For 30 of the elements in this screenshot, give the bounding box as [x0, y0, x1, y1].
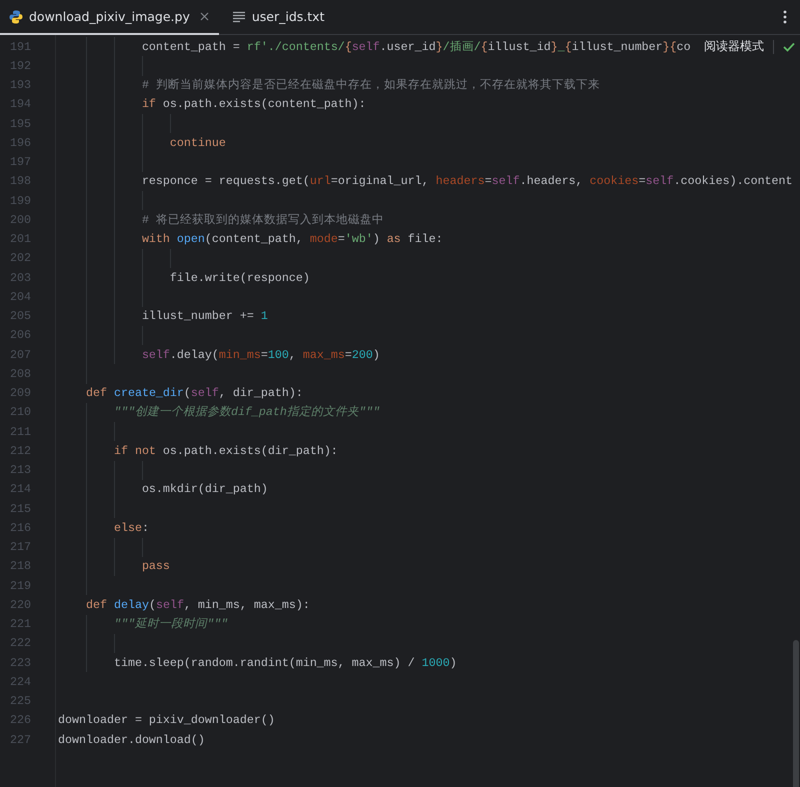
- code-line: file.write(responce): [168, 270, 310, 286]
- code-line: time.sleep(random.randint(min_ms, max_ms) / 1000): [112, 654, 457, 671]
- code-line: content_path = rf'./contents/{self.user_id}/插画/{illust_id}_{illust_number}{co: [140, 38, 691, 55]
- code-line: """创建一个根据参数dif_path指定的文件夹""": [112, 404, 380, 420]
- file-tab[interactable]: user_ids.txt: [222, 0, 334, 35]
- code-line: # 将已经获取到的媒体数据写入到本地磁盘中: [140, 212, 384, 228]
- code-line: def delay(self, min_ms, max_ms):: [84, 596, 310, 613]
- code-line: if os.path.exists(content_path):: [140, 96, 366, 112]
- code-line: # 判断当前媒体内容是否已经在磁盘中存在，如果存在就跳过，不存在就将其下载下来: [140, 77, 600, 94]
- file-tab[interactable]: download_pixiv_image.py: [0, 0, 219, 35]
- code-line: else:: [112, 520, 149, 536]
- code-line: self.delay(min_ms=100, max_ms=200): [140, 346, 380, 363]
- code-line: """延时一段时间""": [112, 616, 228, 632]
- python-file-icon: [9, 10, 23, 24]
- code-line: responce = requests.get(url=original_url, headers=self.headers, cookies=self.cookies).content: [140, 173, 793, 190]
- close-icon[interactable]: [200, 12, 209, 21]
- code-line: if not os.path.exists(dir_path):: [112, 442, 338, 459]
- code-line: downloader.download(): [58, 732, 205, 748]
- check-icon: [783, 42, 795, 52]
- code-line: continue: [168, 134, 226, 151]
- scrollbar-thumb[interactable]: [793, 640, 799, 787]
- more-options-icon[interactable]: [783, 10, 787, 24]
- code-line: downloader = pixiv_downloader(): [58, 712, 275, 728]
- reader-mode-link[interactable]: 阅读器模式: [704, 38, 764, 55]
- code-line: pass: [140, 558, 170, 574]
- text-file-icon: [232, 10, 246, 22]
- code-line: with open(content_path, mode='wb') as file:: [140, 231, 443, 248]
- code-line: os.mkdir(dir_path): [140, 481, 268, 498]
- code-line: illust_number += 1: [140, 308, 268, 324]
- code-line: def create_dir(self, dir_path):: [84, 385, 303, 402]
